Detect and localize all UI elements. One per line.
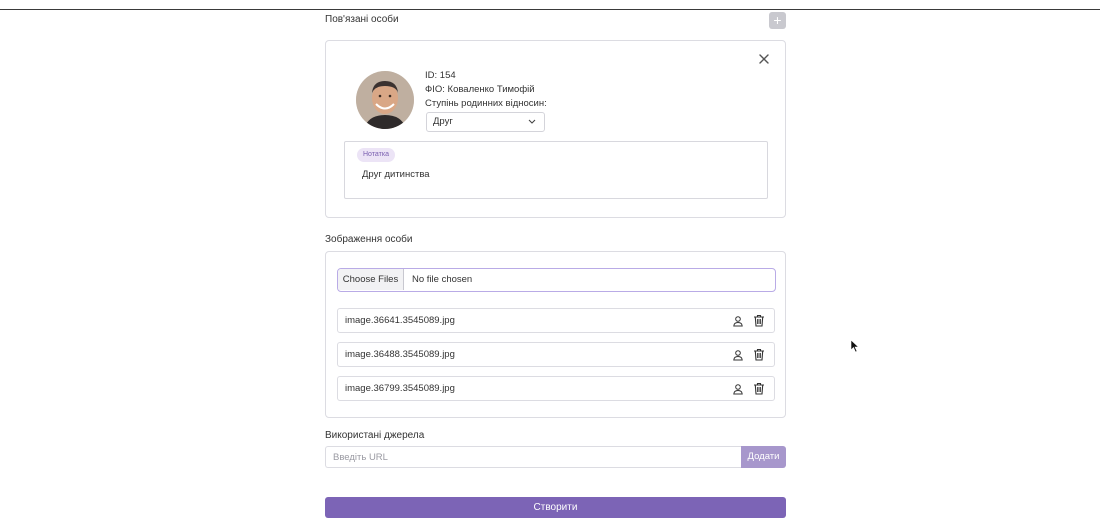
sources-title: Використані джерела <box>325 430 425 441</box>
images-title: Зображення особи <box>325 234 413 245</box>
mouse-cursor-icon <box>850 339 860 353</box>
images-card: Choose Files No file chosen image.36641.… <box>325 251 786 418</box>
file-name: image.36641.3545089.jpg <box>345 315 455 326</box>
close-icon <box>759 54 769 64</box>
set-main-photo-icon[interactable] <box>732 383 744 395</box>
person-name-value: Коваленко Тимофій <box>447 84 535 95</box>
plus-icon: + <box>773 12 782 28</box>
person-name-line: ФІО: Коваленко Тимофій <box>425 83 547 97</box>
file-input[interactable]: Choose Files No file chosen <box>337 268 776 292</box>
related-person-card: ID: 154 ФІО: Коваленко Тимофій Ступінь р… <box>325 40 786 218</box>
create-button[interactable]: Створити <box>325 497 786 518</box>
related-persons-title: Пов'язані особи <box>325 14 399 25</box>
person-id-value: 154 <box>439 70 456 81</box>
person-info: ID: 154 ФІО: Коваленко Тимофій Ступінь р… <box>425 69 547 111</box>
file-row: image.36641.3545089.jpg <box>337 308 775 333</box>
trash-icon[interactable] <box>753 314 765 327</box>
choose-files-button[interactable]: Choose Files <box>338 269 404 290</box>
no-file-chosen-text: No file chosen <box>412 274 473 285</box>
file-row: image.36799.3545089.jpg <box>337 376 775 401</box>
avatar <box>356 71 414 129</box>
trash-icon[interactable] <box>753 348 765 361</box>
file-name: image.36488.3545089.jpg <box>345 349 455 360</box>
remove-person-button[interactable] <box>757 53 771 67</box>
note-badge: Нотатка <box>357 148 395 162</box>
relation-select-value: Друг <box>433 116 453 127</box>
note-text: Друг дитинства <box>362 169 430 180</box>
person-id-label: ID: <box>425 70 438 81</box>
file-name: image.36799.3545089.jpg <box>345 383 455 394</box>
add-url-button[interactable]: Додати <box>741 446 786 468</box>
add-related-person-button[interactable]: + <box>769 12 786 29</box>
trash-icon[interactable] <box>753 382 765 395</box>
file-row: image.36488.3545089.jpg <box>337 342 775 367</box>
top-divider <box>0 9 1100 10</box>
relation-label: Ступінь родинних відносин: <box>425 98 547 109</box>
url-input[interactable] <box>325 446 741 468</box>
relation-select[interactable]: Друг <box>426 112 545 132</box>
set-main-photo-icon[interactable] <box>732 315 744 327</box>
set-main-photo-icon[interactable] <box>732 349 744 361</box>
chevron-down-icon <box>528 113 536 138</box>
person-name-label: ФІО: <box>425 84 445 95</box>
note-box[interactable]: Нотатка Друг дитинства <box>344 141 768 199</box>
person-id-line: ID: 154 <box>425 69 547 83</box>
related-persons-header: Пов'язані особи + <box>325 12 786 30</box>
